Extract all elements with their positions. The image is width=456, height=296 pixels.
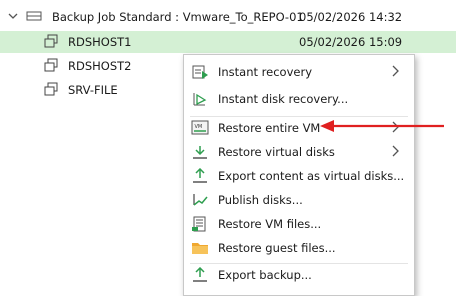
menu-item-label: Instant disk recovery...	[218, 92, 349, 106]
vm-name: RDSHOST2	[68, 59, 132, 73]
vm-icon	[44, 58, 58, 72]
restore-vm-icon: VM	[191, 120, 209, 135]
chevron-right-icon	[392, 145, 399, 157]
menu-item-label: Publish disks...	[218, 193, 303, 207]
backup-job-row[interactable]: Backup Job Standard : Vmware_To_REPO-01 …	[0, 6, 456, 28]
menu-item-label: Restore guest files...	[218, 241, 336, 255]
vm-name: RDSHOST1	[68, 35, 132, 49]
vm-name: SRV-FILE	[68, 83, 118, 97]
chevron-down-icon[interactable]	[6, 9, 20, 23]
menu-item-label: Restore VM files...	[218, 217, 322, 231]
vm-date: 05/02/2026 15:09	[299, 35, 403, 49]
menu-item-export-content[interactable]: Export content as virtual disks...	[184, 164, 414, 188]
menu-item-restore-guest-files[interactable]: Restore guest files...	[184, 236, 414, 260]
export-backup-icon	[193, 267, 207, 282]
vm-icon	[44, 82, 58, 96]
menu-item-label: Export content as virtual disks...	[218, 169, 405, 183]
menu-item-instant-recovery[interactable]: Instant recovery	[184, 60, 414, 84]
vm-row-rdshost1[interactable]: RDSHOST1 05/02/2026 15:09	[0, 31, 456, 53]
svg-text:VM: VM	[195, 124, 203, 130]
menu-item-label: Export backup...	[218, 268, 312, 282]
menu-item-label: Restore virtual disks	[218, 145, 335, 159]
publish-disks-icon	[193, 194, 208, 206]
menu-item-export-backup[interactable]: Export backup...	[184, 263, 414, 287]
restore-disks-icon	[193, 146, 207, 159]
vm-icon	[44, 34, 58, 48]
folder-icon	[192, 243, 208, 254]
menu-item-instant-disk-recovery[interactable]: Instant disk recovery...	[184, 87, 414, 111]
menu-item-label: Instant recovery	[218, 65, 313, 79]
annotation-arrow	[320, 120, 444, 132]
chevron-right-icon	[392, 65, 399, 77]
instant-recovery-icon	[192, 65, 208, 79]
menu-item-label: Restore entire VM	[218, 121, 321, 135]
backup-job-icon	[26, 11, 42, 21]
context-menu: Instant recovery Instant disk recovery..…	[183, 54, 415, 296]
restore-files-icon	[192, 216, 206, 232]
backup-job-name: Backup Job Standard : Vmware_To_REPO-01	[52, 10, 304, 24]
backup-job-date: 05/02/2026 14:32	[299, 10, 403, 24]
instant-disk-recovery-icon	[193, 93, 207, 106]
menu-item-restore-virtual-disks[interactable]: Restore virtual disks	[184, 140, 414, 164]
menu-item-restore-vm-files[interactable]: Restore VM files...	[184, 212, 414, 236]
menu-item-publish-disks[interactable]: Publish disks...	[184, 188, 414, 212]
export-disks-icon	[193, 168, 207, 183]
